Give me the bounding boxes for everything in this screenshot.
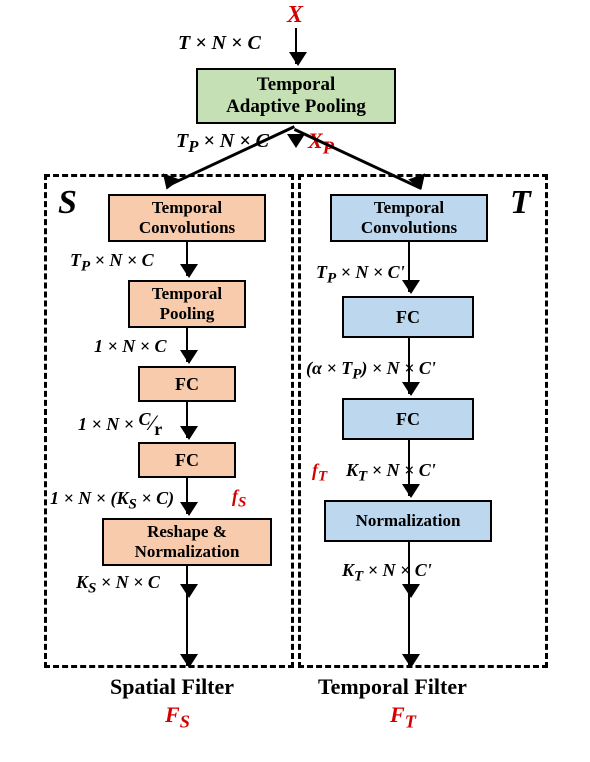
FT-var: FT	[390, 702, 416, 732]
arrow-top	[295, 28, 297, 64]
s-dim-5: KS × N × C	[76, 572, 160, 598]
s-dim-4: 1 × N × (KS × C)	[50, 488, 174, 514]
s-block-reshape: Reshape & Normalization	[102, 518, 272, 566]
t-dim-2: (α × TP) × N × C'	[306, 358, 436, 384]
t-block-norm: Normalization	[324, 500, 492, 542]
s-block-temppool: Temporal Pooling	[128, 280, 246, 328]
branch-S-letter: S	[58, 184, 77, 222]
t-dim-3: KT × N × C'	[346, 460, 436, 486]
isfl-diagram: X T × N × C Temporal Adaptive Pooling TP…	[0, 0, 590, 762]
t-block-fc1: FC	[342, 296, 474, 338]
s-dim-3: 1 × N × C⁄r	[78, 410, 162, 436]
input-dim: T × N × C	[178, 32, 261, 55]
t-dim-4: KT × N × C'	[342, 560, 432, 586]
s-arrow-3	[186, 402, 188, 438]
s-fS: fS	[232, 486, 246, 512]
s-dim-1: TP × N × C	[70, 250, 154, 276]
temporal-filter-label: Temporal Filter	[318, 674, 467, 700]
s-block-tempconv: Temporal Convolutions	[108, 194, 266, 242]
s-arrow-out	[186, 596, 188, 666]
t-arrow-out	[408, 596, 410, 666]
s-block-fc2: FC	[138, 442, 236, 478]
input-X: X	[287, 2, 303, 29]
block-temporal-adaptive-pooling: Temporal Adaptive Pooling	[196, 68, 396, 124]
t-block-fc2: FC	[342, 398, 474, 440]
t-fT: fT	[312, 460, 327, 486]
s-block-fc1: FC	[138, 366, 236, 402]
FS-var: FS	[165, 702, 190, 732]
s-arrow-4	[186, 478, 188, 514]
branch-T-letter: T	[510, 184, 531, 222]
s-arrow-1	[186, 242, 188, 276]
t-dim-1: TP × N × C'	[316, 262, 405, 288]
spatial-filter-label: Spatial Filter	[110, 674, 234, 700]
s-dim-2: 1 × N × C	[94, 336, 167, 357]
t-arrow-1	[408, 242, 410, 292]
s-arrow-2	[186, 328, 188, 362]
t-block-tempconv: Temporal Convolutions	[330, 194, 488, 242]
s-arrow-5	[186, 566, 188, 596]
